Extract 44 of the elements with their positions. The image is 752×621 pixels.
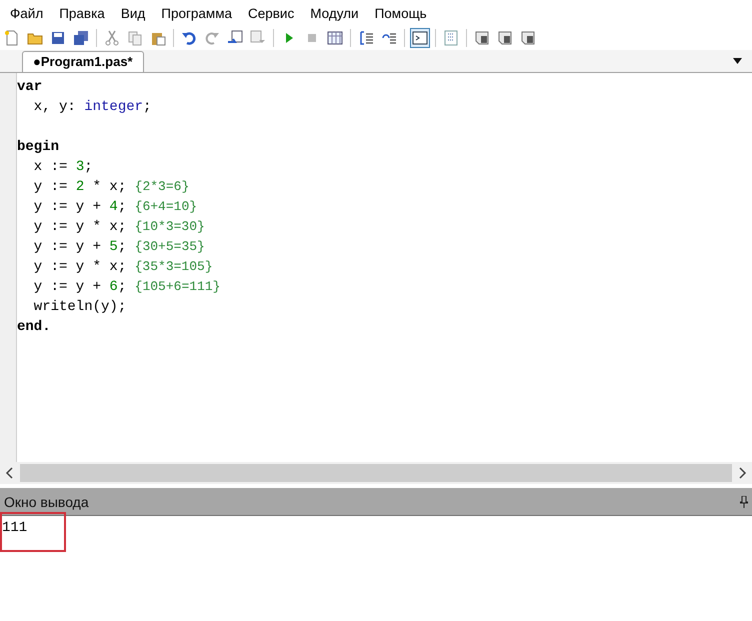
menu-item[interactable]: Помощь [366,6,435,20]
menu-item[interactable]: Программа [153,6,240,20]
redo-icon [204,30,220,46]
menu-item[interactable]: Сервис [240,6,302,20]
code-line: y := 2 * x; {2*3=6} [32,179,190,195]
code-line: y := y + 5; {30+5=35} [32,239,205,255]
toolbar-button[interactable] [71,28,91,48]
list-icon [443,30,459,46]
copy-icon [127,30,143,46]
undo-icon [181,30,197,46]
code-line: begin [17,139,60,155]
code-line: var [17,79,42,95]
code-line: y := y + 4; {6+4=10} [32,199,198,215]
document-icon [497,30,513,46]
panel-title: Окно вывода [4,494,89,510]
document-icon [520,30,536,46]
code-line: x, y: integer; [32,99,152,115]
save-icon [50,30,66,46]
document-arrow-icon [227,30,243,46]
menu-item[interactable]: Файл [2,6,52,20]
code-line: y := y + 6; {105+6=111} [32,279,220,295]
code-line: y := y * x; {10*3=30} [32,219,205,235]
grid-icon [327,30,343,46]
file-tab[interactable]: ●Program1.pas* [22,51,144,72]
document-arrow-icon [250,30,266,46]
step-icon [358,30,374,46]
pin-icon[interactable] [740,496,748,508]
console-icon [412,30,428,46]
output-text: 111 [2,520,28,536]
code-line: x := 3; [32,159,93,175]
code-line: y := y * x; {35*3=105} [32,259,213,275]
new-file-icon [4,30,20,46]
code-line: end. [17,319,51,335]
scissors-icon [104,30,120,46]
save-all-icon [73,30,89,46]
code-line: writeln(y); [32,299,126,315]
dropdown-arrow-icon[interactable] [733,58,742,64]
toolbar-button[interactable] [410,28,430,48]
menu-item[interactable]: Вид [112,6,154,20]
paste-icon [150,30,166,46]
code-editor[interactable]: var x, y: integer; begin x := 3; y := 2 * x; {2*3=6} y := y + 4; {6+4=10} y := y * x; {10*3=30} y := y + 5; {30+5=35} y := y * x; {35*3=105} y := y + 6; {105+6=111} writeln(y); end. [17,73,752,462]
menu-item[interactable]: Правка [51,6,113,20]
menu-item[interactable]: Модули [302,6,367,20]
document-icon [474,30,490,46]
